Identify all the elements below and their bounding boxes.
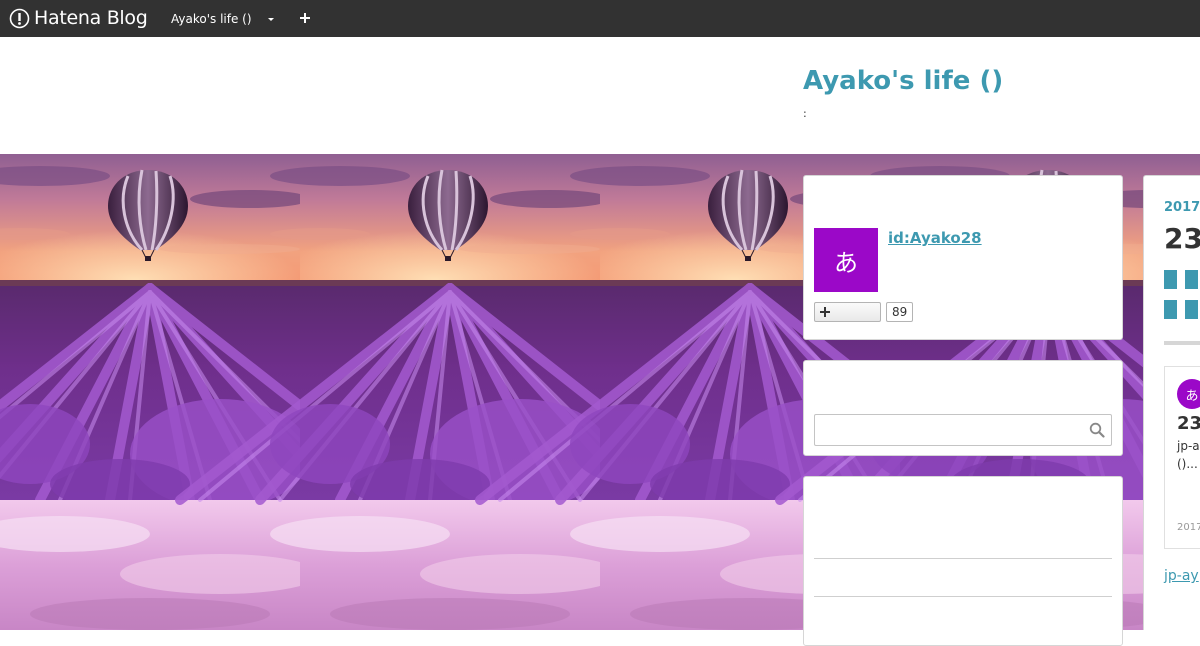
list-divider xyxy=(814,558,1112,559)
entry-card[interactable]: あ 23 jp-a ()... 2017 xyxy=(1164,366,1200,549)
new-entry-plus-icon[interactable] xyxy=(296,9,314,27)
entry-day: 23 xyxy=(1177,413,1200,434)
blog-switcher-label: Ayako's life () xyxy=(171,12,252,26)
calendar-cell[interactable] xyxy=(1164,270,1177,289)
archive-day: 23 xyxy=(1164,222,1200,255)
blog-switcher[interactable]: Ayako's life () xyxy=(171,10,274,28)
search-input[interactable] xyxy=(815,415,1083,445)
calendar-cell[interactable] xyxy=(1185,270,1198,289)
hatena-blog-logo[interactable]: Hatena Blog xyxy=(9,6,148,31)
links-module xyxy=(803,476,1123,646)
plus-icon xyxy=(819,306,831,318)
brand-name: Hatena Blog xyxy=(34,7,148,29)
calendar-cell[interactable] xyxy=(1164,300,1177,319)
follow-button[interactable] xyxy=(814,302,881,322)
profile-id-link[interactable]: id:Ayako28 xyxy=(888,229,982,247)
profile-avatar[interactable]: あ xyxy=(814,228,878,292)
list-divider xyxy=(814,596,1112,597)
follower-count: 89 xyxy=(886,302,914,322)
search-icon[interactable] xyxy=(1089,422,1105,438)
entry-avatar: あ xyxy=(1177,379,1200,409)
profile-module: あ id:Ayako28 89 xyxy=(803,175,1123,340)
search-module xyxy=(803,360,1123,456)
blog-title[interactable]: Ayako's life () xyxy=(803,66,1003,96)
entry-date: 2017 xyxy=(1177,522,1200,533)
hatena-logo-icon xyxy=(9,8,30,29)
blog-description: : xyxy=(803,107,807,120)
main-content: 2017 23 あ 23 jp-a ()... 2017 jp-ay xyxy=(1143,175,1200,630)
entry-snippet: jp-a xyxy=(1177,439,1200,453)
entry-snippet: ()... xyxy=(1177,457,1198,471)
caret-down-icon xyxy=(267,17,274,21)
archive-year[interactable]: 2017 xyxy=(1164,200,1200,215)
global-header: Hatena Blog Ayako's life () xyxy=(0,0,1200,37)
section-divider xyxy=(1164,341,1200,345)
entry-link[interactable]: jp-ay xyxy=(1164,568,1199,584)
calendar-cell[interactable] xyxy=(1185,300,1198,319)
search-box xyxy=(814,414,1112,446)
